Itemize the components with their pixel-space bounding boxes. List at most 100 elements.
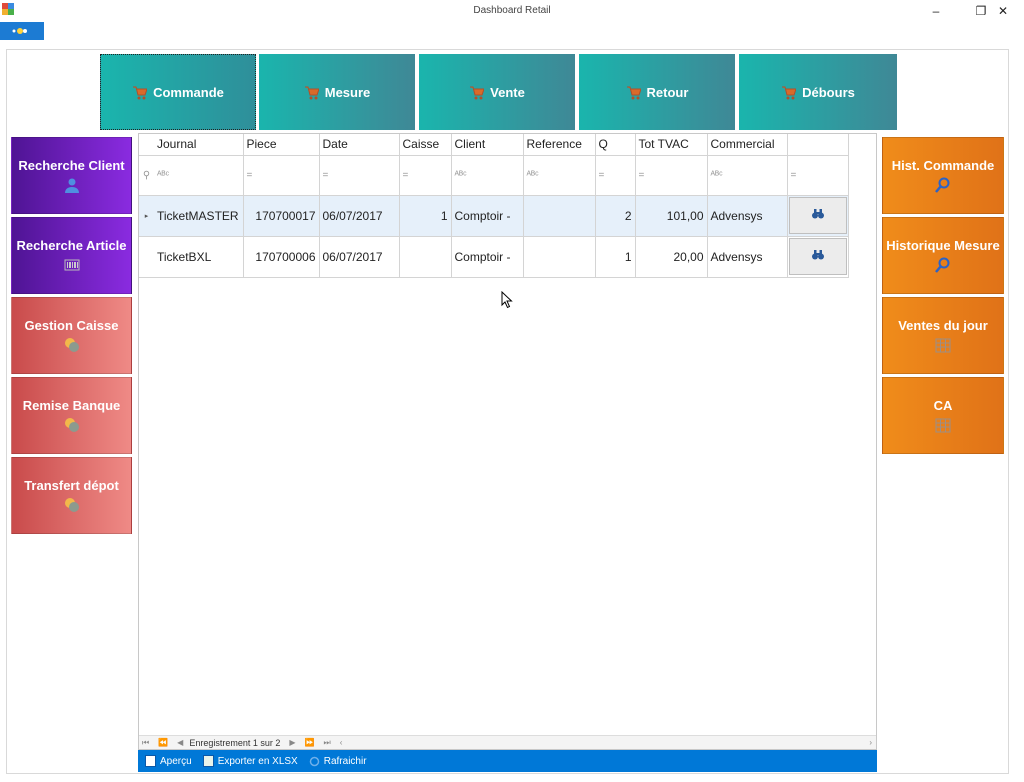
tile-historique-mesure[interactable]: Historique Mesure	[882, 217, 1004, 294]
first-record-icon[interactable]: ⏮	[142, 738, 149, 748]
barcode-icon	[64, 259, 79, 271]
filter-cell-tot-tvac[interactable]: =	[635, 155, 708, 196]
cell-piece[interactable]: 170700017	[243, 195, 320, 237]
tile-label: Transfert dépot	[24, 478, 119, 493]
cell-date[interactable]: 06/07/2017	[319, 195, 400, 237]
tile-label: Hist. Commande	[891, 158, 995, 173]
tile-label: Recherche Client	[18, 158, 125, 173]
column-header-journal[interactable]: Journal	[154, 134, 244, 156]
tile-ca[interactable]: CA	[882, 377, 1004, 454]
record-count-label: Enregistrement 1 sur 2	[189, 737, 281, 748]
refresh-button[interactable]: Rafraichir	[309, 756, 367, 767]
prev-page-icon[interactable]: ⏪	[158, 738, 168, 747]
filter-cell-piece[interactable]: =	[243, 155, 320, 196]
header-indicator	[139, 134, 154, 156]
next-page-icon[interactable]: ⏩	[305, 738, 315, 747]
cell-client[interactable]: Comptoir -	[451, 195, 524, 237]
row-indicator-icon: ▸	[139, 195, 154, 237]
tile-label: Commande	[153, 84, 224, 100]
window-title: Dashboard Retail	[473, 5, 551, 16]
view-detail-button[interactable]	[788, 238, 847, 275]
binoculars-icon	[811, 209, 824, 219]
cell-date[interactable]: 06/07/2017	[319, 236, 400, 278]
tile-ventes-du-jour[interactable]: Ventes du jour	[882, 297, 1004, 374]
cell-journal[interactable]: TicketMASTER	[154, 195, 244, 237]
tile-hist-commande[interactable]: Hist. Commande	[882, 137, 1004, 214]
column-header-caisse[interactable]: Caisse	[399, 134, 452, 156]
tile-label: Gestion Caisse	[24, 318, 119, 333]
tile-debours[interactable]: Débours	[739, 54, 897, 130]
filter-cell-action[interactable]: =	[787, 155, 849, 196]
minimize-button[interactable]: –	[925, 2, 947, 20]
filter-cell-date[interactable]: =	[319, 155, 400, 196]
prev-record-icon[interactable]: ◀	[177, 738, 183, 747]
user-icon	[64, 178, 79, 193]
cart-icon	[304, 86, 319, 99]
cell-reference[interactable]	[523, 195, 596, 237]
refresh-label: Rafraichir	[323, 755, 367, 767]
column-header-date[interactable]: Date	[319, 134, 400, 156]
cell-piece[interactable]: 170700006	[243, 236, 320, 278]
column-header-piece[interactable]: Piece	[243, 134, 320, 156]
tile-remise-banque[interactable]: Remise Banque	[11, 377, 132, 454]
column-header-commercial[interactable]: Commercial	[707, 134, 788, 156]
coins-icon	[64, 338, 79, 352]
maximize-button[interactable]: ❐	[970, 2, 992, 20]
next-record-icon[interactable]: ▶	[289, 738, 295, 747]
tile-retour[interactable]: Retour	[579, 54, 735, 130]
cell-commercial[interactable]: Advensys	[707, 236, 788, 278]
tile-gestion-caisse[interactable]: Gestion Caisse	[11, 297, 132, 374]
tile-commande[interactable]: Commande	[100, 54, 256, 130]
tile-recherche-client[interactable]: Recherche Client	[11, 137, 132, 214]
tile-label: Historique Mesure	[886, 238, 1000, 253]
cell-journal[interactable]: TicketBXL	[154, 236, 244, 278]
tile-label: Retour	[646, 84, 689, 100]
filter-cell-reference[interactable]: ᴬᴮᶜ	[523, 155, 596, 196]
cell-commercial[interactable]: Advensys	[707, 195, 788, 237]
column-header-action[interactable]	[787, 134, 849, 156]
column-header-client[interactable]: Client	[451, 134, 524, 156]
tile-recherche-article[interactable]: Recherche Article	[11, 217, 132, 294]
refresh-icon	[309, 756, 319, 766]
gear-icon	[12, 28, 27, 34]
record-navigator: ⏮ ⏪ ◀ Enregistrement 1 sur 2 ▶ ⏩ ⏭ ‹ ›	[139, 735, 876, 749]
filter-row-icon: ⚲	[139, 155, 154, 196]
cell-client[interactable]: Comptoir -	[451, 236, 524, 278]
calendar-icon	[935, 338, 951, 353]
filter-cell-client[interactable]: ᴬᴮᶜ	[451, 155, 524, 196]
tile-vente[interactable]: Vente	[419, 54, 575, 130]
filter-cell-caisse[interactable]: =	[399, 155, 452, 196]
table-row[interactable]: TicketBXL 170700006 06/07/2017 Comptoir …	[139, 236, 849, 278]
scroll-right-icon[interactable]: ›	[869, 738, 872, 747]
table-row[interactable]: ▸ TicketMASTER 170700017 06/07/2017 1 Co…	[139, 195, 849, 237]
column-header-reference[interactable]: Reference	[523, 134, 596, 156]
export-xlsx-button[interactable]: Exporter en XLSX	[202, 755, 298, 767]
mouse-cursor-icon	[501, 291, 513, 309]
column-header-q[interactable]: Q	[595, 134, 636, 156]
close-button[interactable]: ✕	[992, 2, 1014, 20]
last-record-icon[interactable]: ⏭	[324, 738, 331, 748]
header-row: Journal Piece Date Caisse Client Referen…	[139, 134, 849, 156]
cell-tot-tvac[interactable]: 101,00	[635, 195, 708, 237]
cart-icon	[133, 86, 148, 99]
cell-caisse[interactable]: 1	[399, 195, 452, 237]
cart-icon	[782, 86, 797, 99]
filter-cell-q[interactable]: =	[595, 155, 636, 196]
toolbar-menu-button[interactable]	[0, 22, 44, 40]
title-bar: Dashboard Retail – ❐ ✕	[0, 0, 1024, 22]
filter-cell-commercial[interactable]: ᴬᴮᶜ	[707, 155, 788, 196]
cell-tot-tvac[interactable]: 20,00	[635, 236, 708, 278]
column-header-tot-tvac[interactable]: Tot TVAC	[635, 134, 708, 156]
cell-q[interactable]: 1	[595, 236, 636, 278]
cell-q[interactable]: 2	[595, 195, 636, 237]
tile-mesure[interactable]: Mesure	[259, 54, 415, 130]
filter-cell-journal[interactable]: ᴬᴮᶜ	[154, 155, 244, 196]
cell-caisse[interactable]	[399, 236, 452, 278]
tile-label: Mesure	[324, 84, 371, 100]
tile-transfert-depot[interactable]: Transfert dépot	[11, 457, 132, 534]
apercu-button[interactable]: Aperçu	[145, 755, 192, 767]
scroll-left-icon[interactable]: ‹	[340, 738, 343, 747]
cell-reference[interactable]	[523, 236, 596, 278]
view-detail-button[interactable]	[788, 197, 847, 234]
grid-table: Journal Piece Date Caisse Client Referen…	[139, 134, 849, 278]
